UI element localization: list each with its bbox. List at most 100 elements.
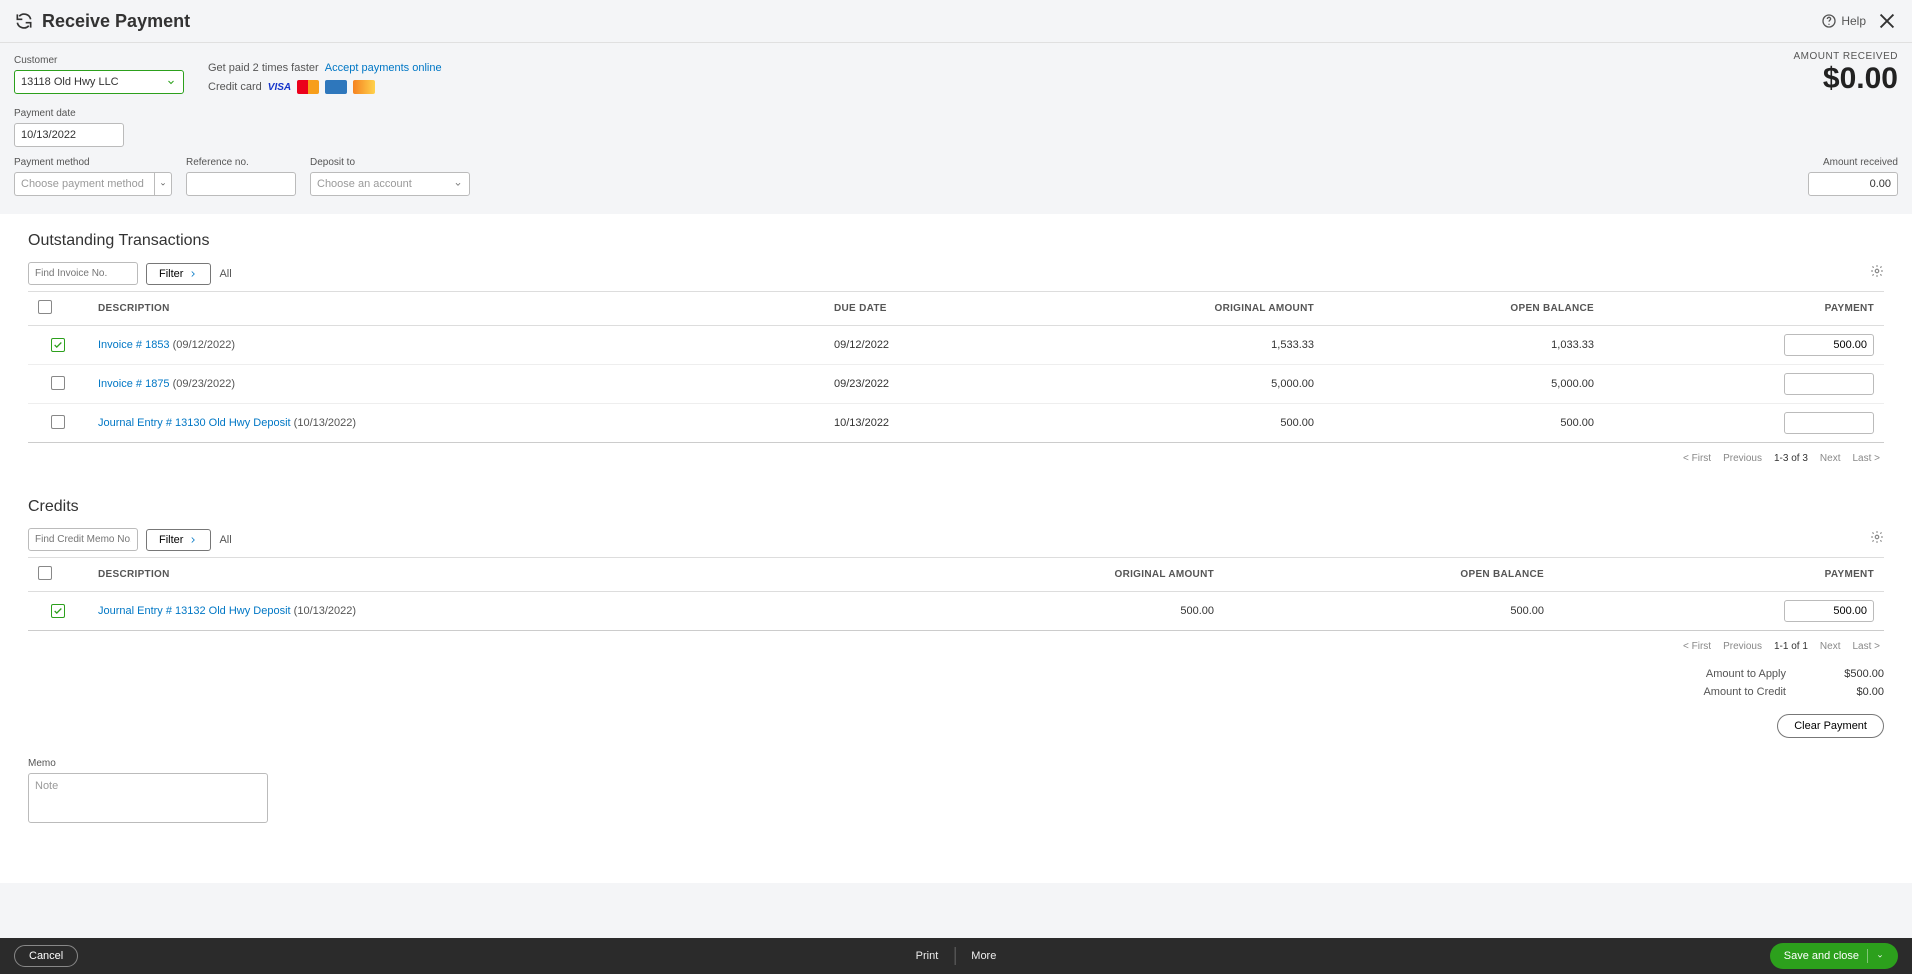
chevron-down-icon xyxy=(165,76,177,88)
promo-prefix: Get paid 2 times faster xyxy=(208,62,319,74)
customer-label: Customer xyxy=(14,55,184,66)
pager-next[interactable]: Next xyxy=(1820,453,1841,464)
pager-last[interactable]: Last > xyxy=(1852,641,1880,652)
th-select-all xyxy=(28,292,88,326)
amount-to-apply-label: Amount to Apply xyxy=(1706,668,1786,680)
open-balance-cell: 5,000.00 xyxy=(1324,365,1604,404)
th-open-balance: OPEN BALANCE xyxy=(1324,292,1604,326)
payment-input[interactable] xyxy=(1784,600,1874,622)
pager-last[interactable]: Last > xyxy=(1852,453,1880,464)
amount-received-input[interactable] xyxy=(1808,172,1898,196)
transaction-link[interactable]: Invoice # 1875 xyxy=(98,378,170,390)
payment-input[interactable] xyxy=(1784,412,1874,434)
credits-filter-button[interactable]: Filter xyxy=(146,529,211,551)
original-amount-cell: 500.00 xyxy=(894,592,1224,631)
deposit-to-label: Deposit to xyxy=(310,157,470,168)
credit-card-label: Credit card xyxy=(208,81,262,93)
credits-all-link[interactable]: All xyxy=(219,534,231,546)
credits-table: DESCRIPTION ORIGINAL AMOUNT OPEN BALANCE… xyxy=(28,557,1884,631)
deposit-to-placeholder: Choose an account xyxy=(317,178,412,190)
close-button[interactable] xyxy=(1876,10,1898,32)
transaction-date-suffix: (10/13/2022) xyxy=(291,417,356,429)
th-payment: PAYMENT xyxy=(1554,558,1884,592)
payment-date-input[interactable] xyxy=(14,123,124,147)
memo-label: Memo xyxy=(28,758,1884,769)
deposit-to-select[interactable]: Choose an account xyxy=(310,172,470,196)
row-checkbox[interactable] xyxy=(51,338,65,352)
pager-first[interactable]: < First xyxy=(1683,453,1711,464)
row-checkbox[interactable] xyxy=(51,376,65,390)
row-checkbox[interactable] xyxy=(51,604,65,618)
outstanding-select-all-checkbox[interactable] xyxy=(38,300,52,314)
transaction-link[interactable]: Invoice # 1853 xyxy=(98,339,170,351)
cancel-button[interactable]: Cancel xyxy=(14,945,78,967)
credits-search-input[interactable] xyxy=(28,528,138,551)
save-and-close-button[interactable]: Save and close xyxy=(1770,943,1898,969)
gear-icon xyxy=(1870,264,1884,278)
due-date-cell: 09/12/2022 xyxy=(824,326,1044,365)
payment-input[interactable] xyxy=(1784,334,1874,356)
payment-method-label: Payment method xyxy=(14,157,172,168)
pager-prev[interactable]: Previous xyxy=(1723,453,1762,464)
outstanding-filter-button[interactable]: Filter xyxy=(146,263,211,285)
credit-link[interactable]: Journal Entry # 13132 Old Hwy Deposit xyxy=(98,605,291,617)
credits-pager: < First Previous 1-1 of 1 Next Last > xyxy=(28,631,1884,652)
gear-icon xyxy=(1870,530,1884,544)
payment-method-placeholder: Choose payment method xyxy=(21,178,144,190)
payment-date-label: Payment date xyxy=(14,108,124,119)
check-icon xyxy=(53,606,63,616)
credits-settings-button[interactable] xyxy=(1870,530,1884,547)
th-select-all xyxy=(28,558,88,592)
th-original-amount: ORIGINAL AMOUNT xyxy=(1044,292,1324,326)
payment-method-select[interactable]: Choose payment method xyxy=(14,172,154,196)
content: Outstanding Transactions Filter All DESC… xyxy=(0,214,1912,883)
chevron-down-icon xyxy=(453,179,463,189)
open-balance-cell: 500.00 xyxy=(1324,404,1604,443)
amex-icon xyxy=(325,80,347,94)
clear-payment-button[interactable]: Clear Payment xyxy=(1777,714,1884,738)
accept-payments-link[interactable]: Accept payments online xyxy=(325,62,442,74)
footer-bar: Cancel Print More Save and close xyxy=(0,938,1912,974)
original-amount-cell: 5,000.00 xyxy=(1044,365,1324,404)
outstanding-all-link[interactable]: All xyxy=(219,268,231,280)
amount-received-display-label: AMOUNT RECEIVED xyxy=(1793,51,1898,62)
open-balance-cell: 500.00 xyxy=(1224,592,1554,631)
print-button[interactable]: Print xyxy=(916,950,939,962)
row-checkbox[interactable] xyxy=(51,415,65,429)
th-due-date: DUE DATE xyxy=(824,292,1044,326)
amount-to-apply-value: $500.00 xyxy=(1814,668,1884,680)
credit-date-suffix: (10/13/2022) xyxy=(291,605,356,617)
pager-range: 1-3 of 3 xyxy=(1774,453,1808,464)
outstanding-settings-button[interactable] xyxy=(1870,264,1884,281)
pager-next[interactable]: Next xyxy=(1820,641,1841,652)
pager-range: 1-1 of 1 xyxy=(1774,641,1808,652)
payment-method-dropdown-button[interactable] xyxy=(154,172,172,196)
transaction-link[interactable]: Journal Entry # 13130 Old Hwy Deposit xyxy=(98,417,291,429)
th-description: DESCRIPTION xyxy=(88,292,824,326)
outstanding-pager: < First Previous 1-3 of 3 Next Last > xyxy=(28,443,1884,464)
form-area: AMOUNT RECEIVED $0.00 Customer 13118 Old… xyxy=(0,43,1912,214)
transaction-date-suffix: (09/23/2022) xyxy=(170,378,235,390)
help-button[interactable]: Help xyxy=(1821,13,1866,29)
customer-select[interactable]: 13118 Old Hwy LLC xyxy=(14,70,184,94)
help-label: Help xyxy=(1841,14,1866,28)
memo-input[interactable] xyxy=(28,773,268,823)
visa-icon: VISA xyxy=(268,82,291,93)
pager-prev[interactable]: Previous xyxy=(1723,641,1762,652)
customer-value: 13118 Old Hwy LLC xyxy=(21,76,119,88)
pager-first[interactable]: < First xyxy=(1683,641,1711,652)
payment-input[interactable] xyxy=(1784,373,1874,395)
footer-divider xyxy=(954,947,955,965)
credits-select-all-checkbox[interactable] xyxy=(38,566,52,580)
more-button[interactable]: More xyxy=(971,950,996,962)
amount-to-credit-value: $0.00 xyxy=(1814,686,1884,698)
table-row: Journal Entry # 13130 Old Hwy Deposit (1… xyxy=(28,404,1884,443)
reference-no-input[interactable] xyxy=(186,172,296,196)
help-icon xyxy=(1821,13,1837,29)
th-original-amount: ORIGINAL AMOUNT xyxy=(894,558,1224,592)
outstanding-table: DESCRIPTION DUE DATE ORIGINAL AMOUNT OPE… xyxy=(28,291,1884,443)
open-balance-cell: 1,033.33 xyxy=(1324,326,1604,365)
caret-down-icon xyxy=(1876,952,1884,960)
th-payment: PAYMENT xyxy=(1604,292,1884,326)
outstanding-search-input[interactable] xyxy=(28,262,138,285)
